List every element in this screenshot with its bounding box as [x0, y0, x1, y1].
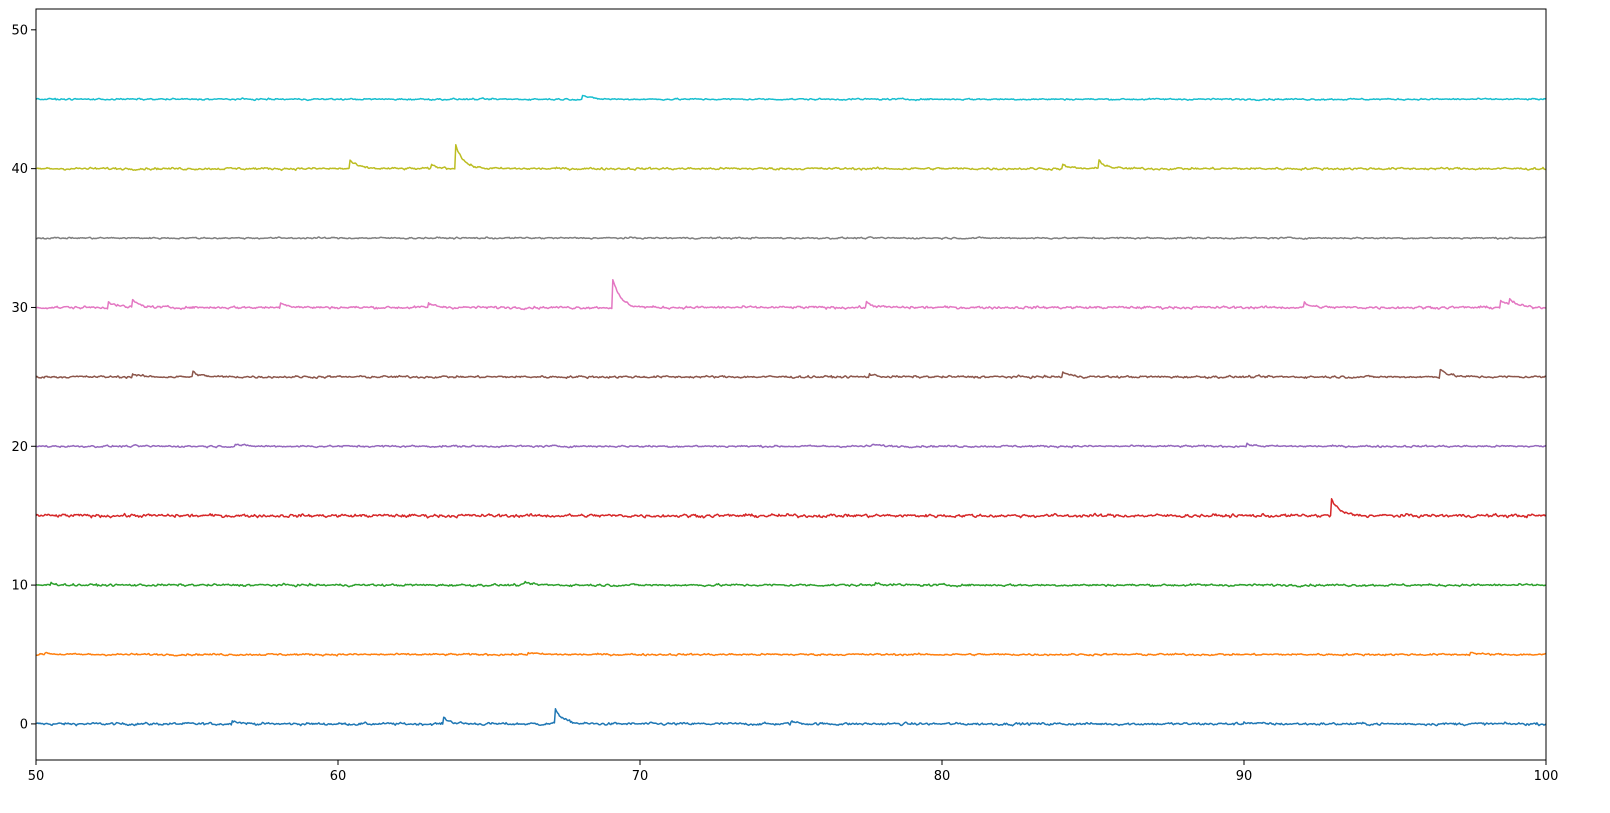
- series-line-4: [36, 442, 1546, 449]
- series-line-8: [36, 143, 1546, 172]
- x-tick-label: 80: [934, 769, 951, 784]
- series-line-5: [36, 368, 1546, 380]
- y-tick-label: 30: [11, 301, 28, 316]
- series-line-7: [36, 236, 1546, 240]
- y-tick-label: 40: [11, 162, 28, 177]
- y-tick-label: 0: [20, 717, 28, 732]
- line-chart: 50 60 70 80 90 100 0 10 20 30 40 50: [11, 8, 1559, 784]
- y-tick-label: 20: [11, 440, 28, 455]
- y-tick-label: 10: [11, 579, 28, 594]
- x-tick-label: 100: [1534, 769, 1559, 784]
- series-line-2: [36, 580, 1546, 588]
- x-tick-label: 90: [1236, 769, 1253, 784]
- x-tick-label: 50: [28, 769, 45, 784]
- x-axis: 50 60 70 80 90 100: [28, 760, 1559, 784]
- x-tick-label: 70: [632, 769, 649, 784]
- y-tick-label: 50: [11, 23, 28, 38]
- x-tick-label: 60: [330, 769, 347, 784]
- series-line-1: [36, 651, 1546, 657]
- series-line-6: [36, 278, 1546, 311]
- series-line-0: [36, 708, 1546, 727]
- series-line-3: [36, 498, 1546, 519]
- plot-frame: [35, 8, 1547, 761]
- series-line-9: [36, 94, 1546, 102]
- y-axis: 0 10 20 30 40 50: [11, 23, 36, 732]
- series-layer: [36, 94, 1546, 727]
